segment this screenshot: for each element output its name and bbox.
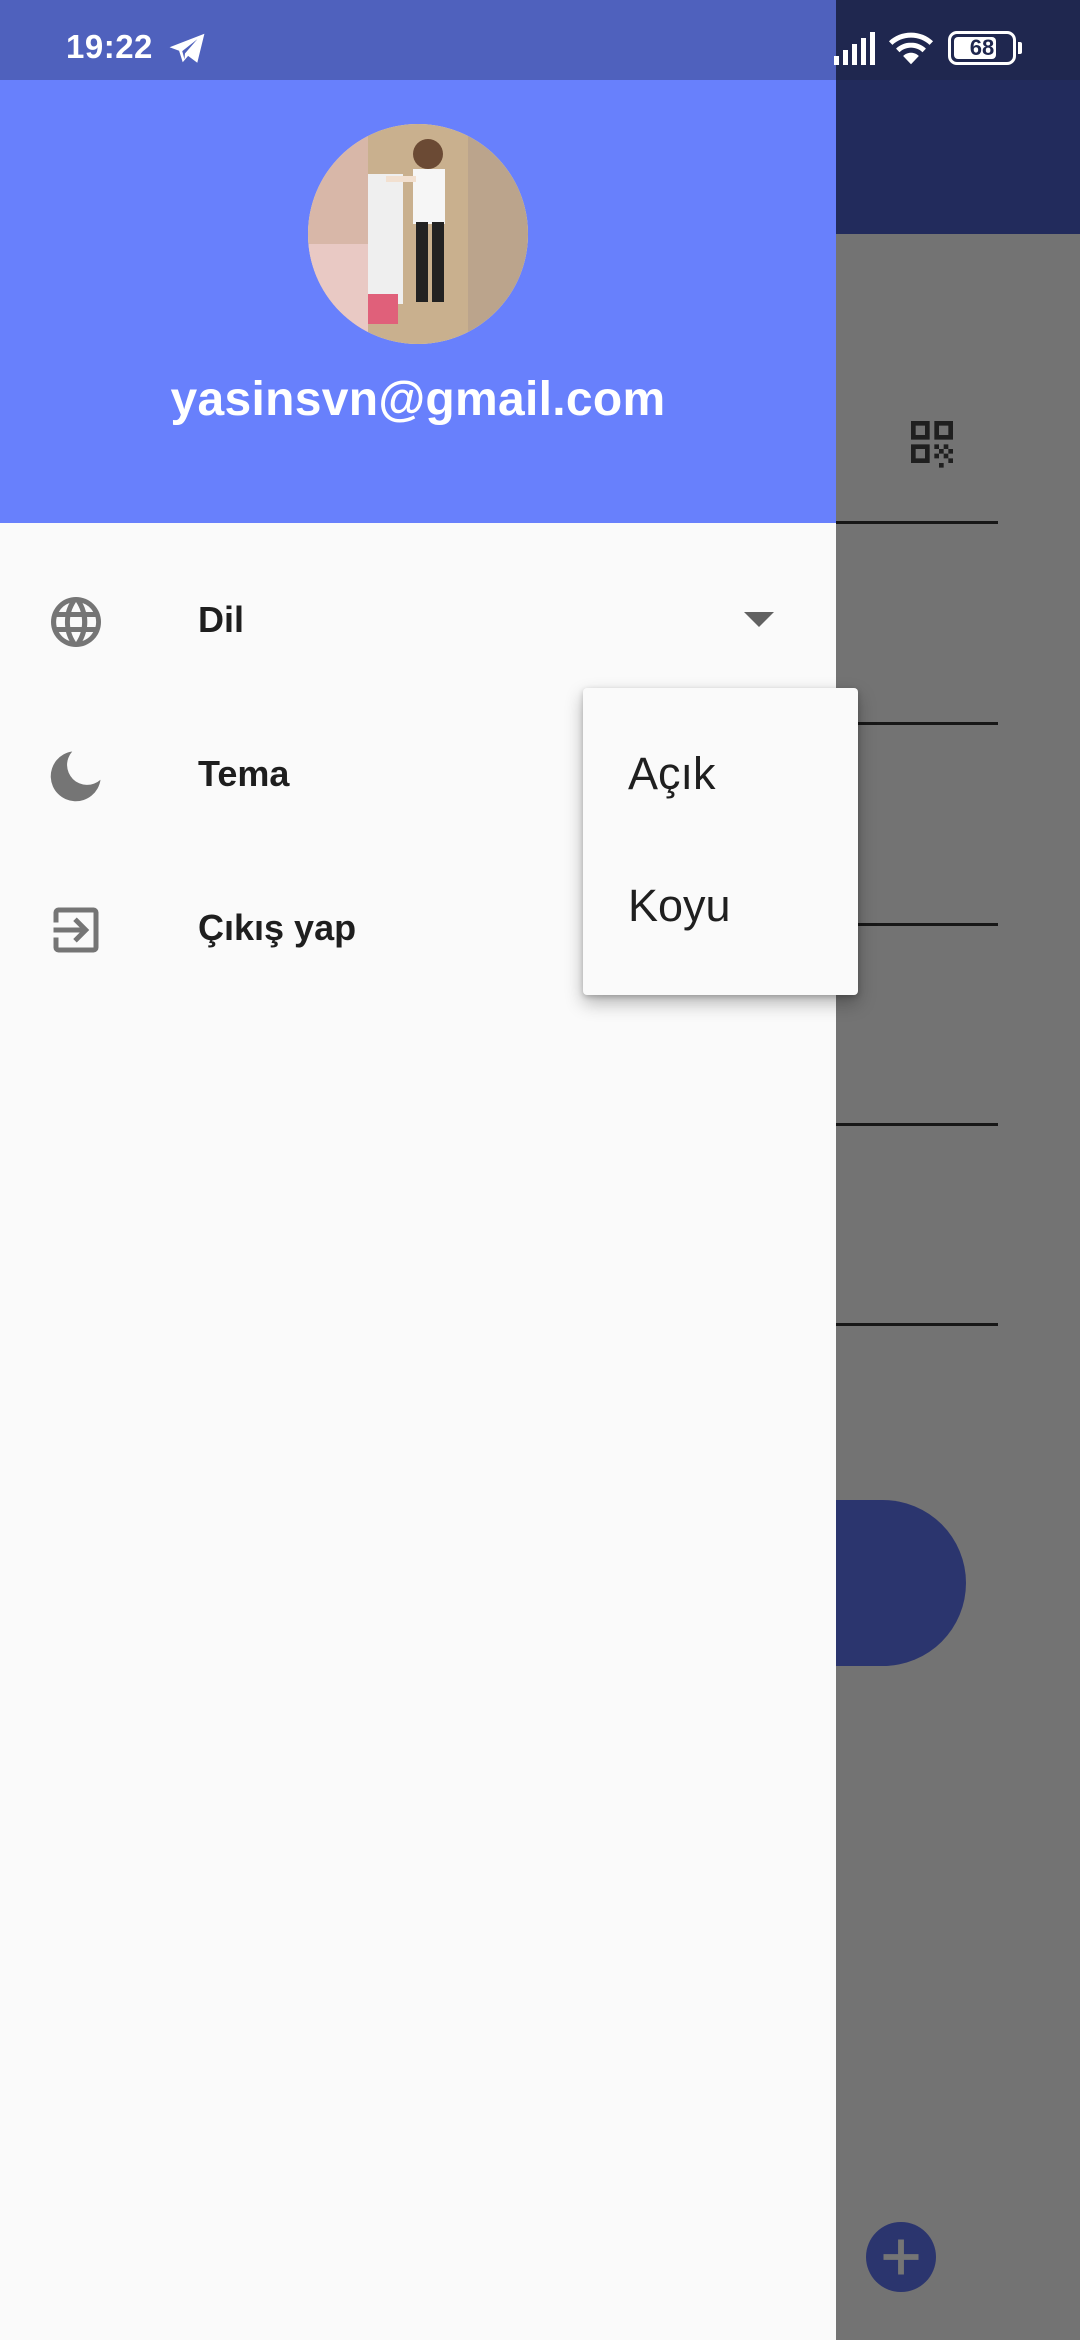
globe-icon: [51, 597, 101, 647]
signal-icon: [834, 32, 875, 65]
drawer-item-language[interactable]: Dil: [0, 545, 836, 699]
drawer-item-label: Çıkış yap: [198, 907, 357, 948]
wifi-icon: [888, 32, 934, 65]
battery-icon: 68: [948, 31, 1022, 65]
navigation-drawer: yasinsvn@gmail.com Dil Tema Çıkış yap: [0, 0, 836, 2340]
theme-popup-menu: Açık Koyu: [583, 688, 858, 995]
user-email: yasinsvn@gmail.com: [170, 373, 666, 426]
status-time: 19:22: [66, 28, 153, 65]
logout-icon: [53, 907, 99, 953]
theme-option-light[interactable]: Açık: [583, 708, 858, 840]
avatar[interactable]: [308, 124, 528, 344]
moon-icon: [50, 751, 101, 802]
theme-option-label: Koyu: [628, 880, 731, 931]
status-bar: 19:22 68: [0, 0, 1080, 80]
battery-level: 68: [969, 35, 995, 60]
drawer-item-label: Tema: [198, 753, 290, 794]
dropdown-arrow-icon[interactable]: [744, 612, 774, 627]
theme-option-dark[interactable]: Koyu: [583, 840, 858, 972]
drawer-item-label: Dil: [198, 599, 245, 640]
profile-photo: [308, 124, 528, 344]
theme-option-label: Açık: [628, 748, 716, 799]
telegram-icon: [169, 33, 205, 63]
